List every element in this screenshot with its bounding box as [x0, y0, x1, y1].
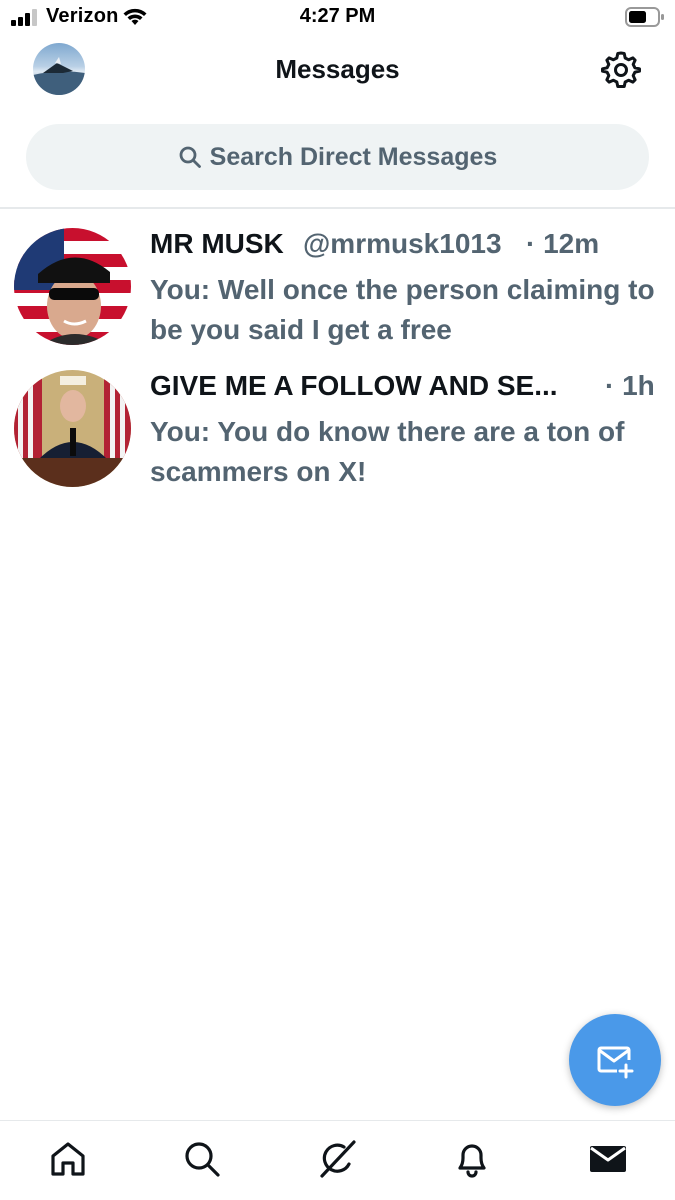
new-message-button[interactable] — [569, 1014, 661, 1106]
nav-home[interactable] — [48, 1139, 88, 1179]
search-direct-messages-bar[interactable]: Search Direct Messages — [26, 124, 649, 190]
message-preview: You: You do know there are a ton of scam… — [150, 416, 625, 487]
top-header: Messages — [0, 36, 675, 108]
conversation-row[interactable]: MR MUSK @mrmusk1013 · 12m You: Well once… — [0, 228, 675, 368]
nav-search[interactable] — [182, 1139, 222, 1179]
conversation-row[interactable]: GIVE ME A FOLLOW AND SE... · 1h You: You… — [0, 370, 675, 510]
grok-icon — [320, 1140, 356, 1178]
message-preview: You: Well once the person claiming to be… — [150, 274, 655, 345]
nav-notifications[interactable] — [452, 1139, 492, 1179]
gear-icon — [601, 51, 641, 88]
bottom-navigation — [0, 1120, 675, 1200]
contact-avatar[interactable] — [14, 370, 131, 487]
notifications-bell-icon — [458, 1144, 486, 1178]
status-time: 4:27 PM — [299, 5, 376, 27]
contact-avatar[interactable] — [14, 228, 131, 345]
home-icon — [51, 1142, 85, 1176]
new-message-icon — [597, 1046, 634, 1079]
nav-grok[interactable] — [317, 1139, 357, 1179]
search-icon — [185, 1142, 220, 1177]
contact-handle: @mrmusk1013 — [303, 228, 502, 259]
conversation-meta: GIVE ME A FOLLOW AND SE... · 1h — [150, 370, 660, 406]
contact-name: GIVE ME A FOLLOW AND SE... — [150, 370, 558, 401]
settings-button[interactable] — [601, 50, 641, 90]
office-portrait-image — [14, 370, 131, 487]
status-bar: Verizon 4:27 PM — [0, 0, 675, 36]
messages-envelope-icon — [590, 1146, 626, 1172]
battery-icon — [625, 7, 664, 27]
flag-portrait-image — [14, 228, 131, 345]
conversation-meta: MR MUSK @mrmusk1013 · 12m — [150, 228, 660, 264]
search-placeholder: Search Direct Messages — [209, 142, 498, 171]
search-icon — [179, 146, 201, 168]
contact-name: MR MUSK — [150, 228, 284, 259]
header-divider — [0, 207, 675, 209]
nav-messages[interactable] — [588, 1139, 628, 1179]
page-title: Messages — [275, 54, 400, 84]
message-time: · 1h — [605, 370, 655, 401]
message-time: · 12m — [526, 228, 600, 259]
